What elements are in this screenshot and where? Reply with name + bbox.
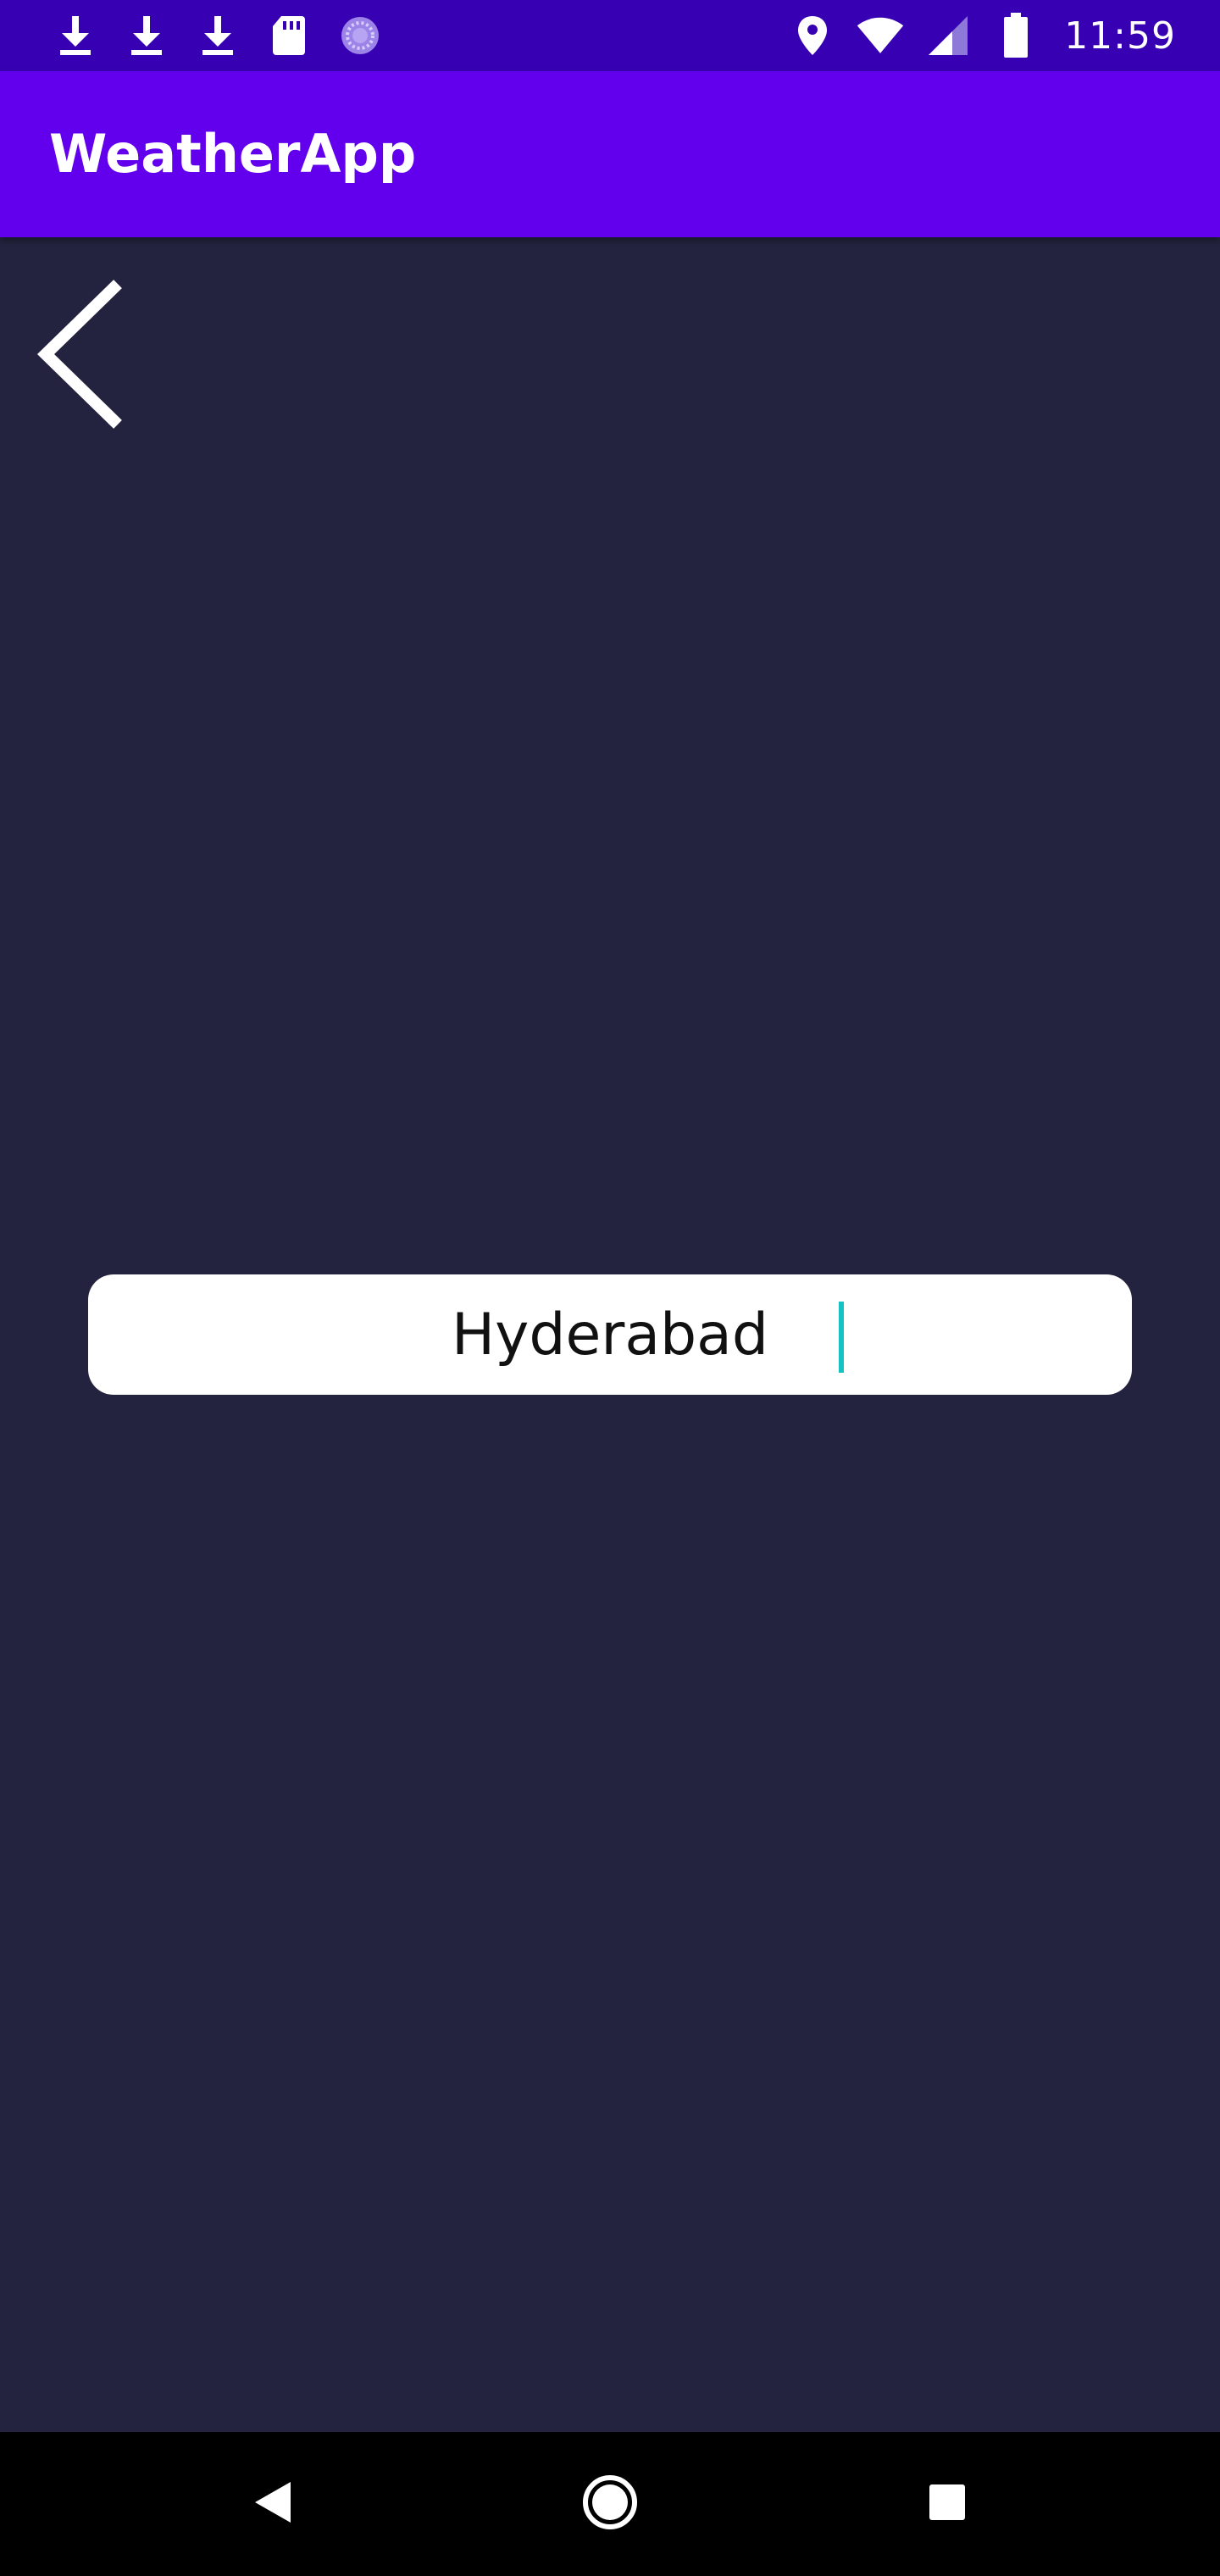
system-navigation-bar xyxy=(0,2432,1220,2576)
chevron-left-icon xyxy=(30,278,124,434)
status-notifications xyxy=(51,0,385,71)
weather-search-screen: 11:59 WeatherApp xyxy=(0,0,1220,2576)
app-title: WeatherApp xyxy=(49,123,417,185)
city-search-input[interactable] xyxy=(88,1274,1132,1395)
sd-card-icon xyxy=(264,11,313,60)
app-bar: WeatherApp xyxy=(0,71,1220,237)
download-icon xyxy=(122,11,171,60)
wifi-icon xyxy=(856,11,905,60)
back-button[interactable] xyxy=(22,271,132,441)
text-cursor xyxy=(839,1302,844,1373)
status-time: 11:59 xyxy=(1064,14,1176,58)
status-system: 11:59 xyxy=(788,0,1176,71)
battery-icon xyxy=(991,11,1040,60)
city-input-container xyxy=(88,1274,1132,1395)
nav-home-icon xyxy=(581,2473,639,2534)
sync-progress-icon xyxy=(336,11,385,60)
nav-home-button[interactable] xyxy=(542,2432,678,2576)
location-icon xyxy=(788,11,837,60)
download-icon xyxy=(193,11,242,60)
cell-signal-icon xyxy=(923,11,973,60)
nav-back-icon xyxy=(252,2479,294,2529)
nav-recents-icon xyxy=(928,2483,967,2525)
status-bar: 11:59 xyxy=(0,0,1220,71)
download-icon xyxy=(51,11,100,60)
nav-recents-button[interactable] xyxy=(879,2432,1015,2576)
nav-back-button[interactable] xyxy=(205,2432,341,2576)
